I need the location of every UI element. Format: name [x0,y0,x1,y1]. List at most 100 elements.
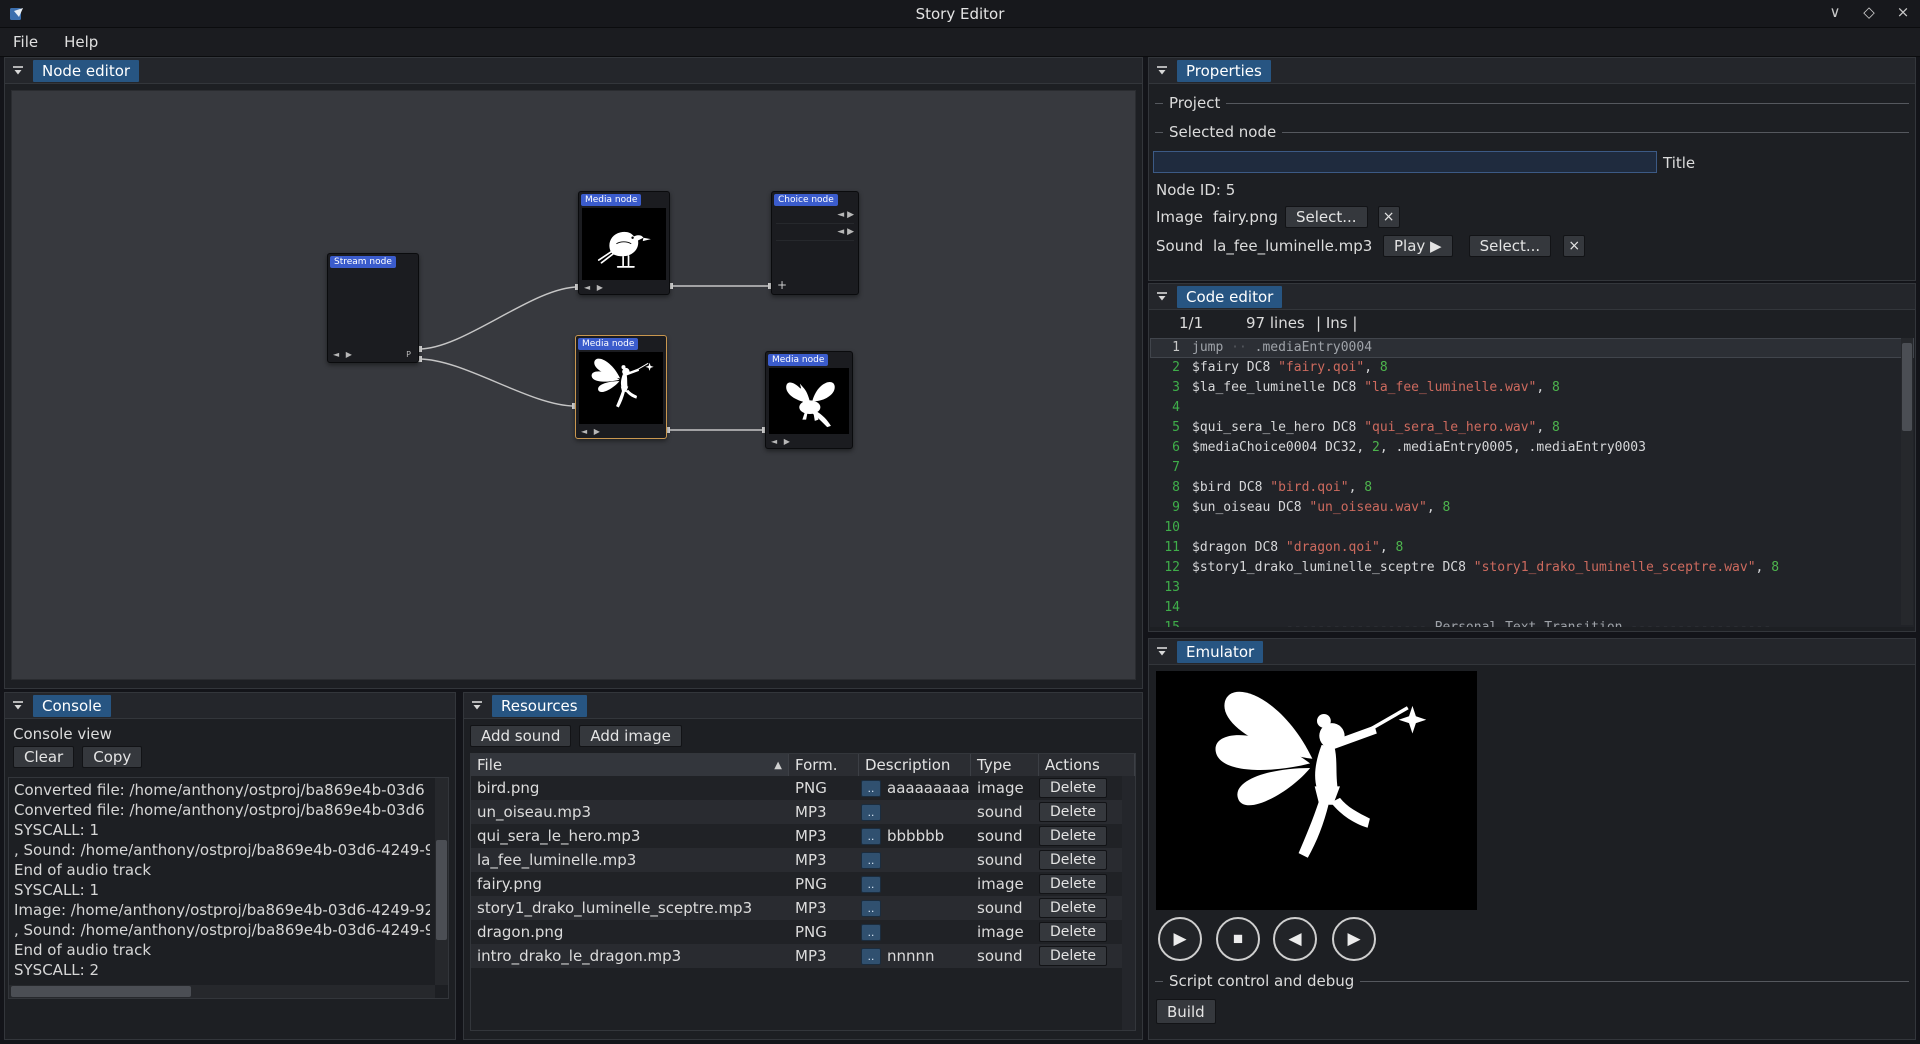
resource-row[interactable]: un_oiseau.mp3MP3..soundDelete [471,800,1135,824]
resources-scrollbar[interactable] [1122,776,1135,1030]
code-line[interactable]: 3$la_fee_luminelle DC8 "la_fee_luminelle… [1150,378,1914,398]
edit-description-button[interactable]: .. [861,924,881,941]
code-line[interactable]: 9$un_oiseau DC8 "un_oiseau.wav", 8 [1150,498,1914,518]
project-group: Project [1155,103,1909,104]
step-back-button[interactable]: ◀ [1273,917,1317,961]
add-sound-button[interactable]: Add sound [470,725,571,747]
select-sound-button[interactable]: Select... [1469,235,1552,257]
scrollbar-thumb[interactable] [1902,343,1912,431]
node-canvas[interactable]: Stream node◄ ▶PMedia node◄ ▶Choice node◄… [11,90,1136,680]
code-line[interactable]: 14 [1150,598,1914,618]
code-line[interactable]: 4 [1150,398,1914,418]
delete-button[interactable]: Delete [1039,778,1107,798]
node-media-controls[interactable]: ◄ ▶ [771,437,792,446]
graph-node[interactable]: Stream node◄ ▶P [327,253,419,363]
minimize-icon[interactable]: ∨ [1826,3,1844,21]
edit-description-button[interactable]: .. [861,780,881,797]
node-media-controls[interactable]: ◄ ▶ [584,283,605,292]
copy-button[interactable]: Copy [82,746,142,768]
resource-row[interactable]: bird.pngPNG..aaaaaaaaaimageDelete [471,776,1135,800]
resource-row[interactable]: story1_drako_luminelle_sceptre.mp3MP3..s… [471,896,1135,920]
edit-description-button[interactable]: .. [861,852,881,869]
console-log-line: , Sound: /home/anthony/ostproj/ba869e4b-… [14,840,430,860]
code-line[interactable]: 5$qui_sera_le_hero DC8 "qui_sera_le_hero… [1150,418,1914,438]
graph-node[interactable]: Media node◄ ▶ [765,351,853,449]
column-header-description[interactable]: Description [859,754,971,776]
resource-row[interactable]: intro_drako_le_dragon.mp3MP3..nnnnnsound… [471,944,1135,968]
panel-menu-icon[interactable] [1153,643,1171,661]
edit-description-button[interactable]: .. [861,828,881,845]
emulator-header: Emulator [1149,639,1915,665]
edit-description-button[interactable]: .. [861,876,881,893]
code-line[interactable]: 2$fairy DC8 "fairy.qoi", 8 [1150,358,1914,378]
resource-row[interactable]: fairy.pngPNG..imageDelete [471,872,1135,896]
insert-mode-indicator: | Ins | [1316,314,1357,332]
panel-title: Emulator [1177,641,1263,663]
column-header-type[interactable]: Type [971,754,1039,776]
panel-menu-icon[interactable] [9,62,27,80]
console-vertical-scrollbar[interactable] [435,778,448,985]
scrollbar-thumb[interactable] [11,986,191,997]
delete-button[interactable]: Delete [1039,874,1107,894]
graph-node[interactable]: Media node◄ ▶ [575,335,667,439]
code-line[interactable]: 6$mediaChoice0004 DC32, 2, .mediaEntry00… [1150,438,1914,458]
panel-menu-icon[interactable] [1153,62,1171,80]
play-button[interactable]: ▶ [1158,917,1202,961]
panel-menu-icon[interactable] [9,697,27,715]
panel-menu-icon[interactable] [1153,288,1171,306]
build-button[interactable]: Build [1156,999,1216,1024]
resource-file: la_fee_luminelle.mp3 [471,851,789,869]
delete-button[interactable]: Delete [1039,850,1107,870]
code-line[interactable]: 12$story1_drako_luminelle_sceptre DC8 "s… [1150,558,1914,578]
stop-button[interactable]: ■ [1216,917,1260,961]
edit-description-button[interactable]: .. [861,948,881,965]
edit-description-button[interactable]: .. [861,804,881,821]
clear-button[interactable]: Clear [13,746,74,768]
delete-button[interactable]: Delete [1039,922,1107,942]
code-line[interactable]: 10 [1150,518,1914,538]
select-image-button[interactable]: Select... [1285,206,1368,228]
title-input[interactable] [1153,151,1657,173]
code-line[interactable]: 15 ------------------ Personal Text Tran… [1150,618,1914,627]
add-image-button[interactable]: Add image [579,725,682,747]
console-horizontal-scrollbar[interactable] [9,985,435,998]
delete-button[interactable]: Delete [1039,826,1107,846]
console-log[interactable]: Converted file: /home/anthony/ostproj/ba… [8,777,449,999]
code-line[interactable]: 8$bird DC8 "bird.qoi", 8 [1150,478,1914,498]
delete-button[interactable]: Delete [1039,802,1107,822]
selected-node-group: Selected node [1155,132,1909,133]
add-choice-button[interactable]: + [777,278,787,292]
code-line[interactable]: 7 [1150,458,1914,478]
code-line[interactable]: 1jump ·· .mediaEntry0004 [1150,338,1914,358]
resource-row[interactable]: qui_sera_le_hero.mp3MP3..bbbbbbsoundDele… [471,824,1135,848]
edit-description-button[interactable]: .. [861,900,881,917]
column-header-file[interactable]: File ▲ [471,754,789,776]
menu-file[interactable]: File [0,30,51,54]
graph-node[interactable]: Media node◄ ▶ [578,191,670,295]
graph-node[interactable]: Choice node◄ ▶◄ ▶+ [771,191,859,295]
panel-title: Node editor [33,60,139,82]
code-line[interactable]: 11$dragon DC8 "dragon.qoi", 8 [1150,538,1914,558]
resource-row[interactable]: dragon.pngPNG..imageDelete [471,920,1135,944]
maximize-icon[interactable]: ◇ [1860,3,1878,21]
code-scrollbar[interactable] [1901,338,1913,625]
choice-row[interactable]: ◄ ▶ [776,227,854,241]
code-line[interactable]: 13 [1150,578,1914,598]
clear-sound-button[interactable]: × [1563,235,1585,257]
close-icon[interactable]: × [1894,3,1912,21]
step-forward-button[interactable]: ▶ [1332,917,1376,961]
resources-table: File ▲ Form. Description Type Actions bi… [470,753,1136,1031]
panel-menu-icon[interactable] [468,697,486,715]
code-text-area[interactable]: 1jump ·· .mediaEntry00042$fairy DC8 "fai… [1150,338,1914,627]
play-sound-button[interactable]: Play ▶ [1383,235,1453,257]
delete-button[interactable]: Delete [1039,898,1107,918]
column-header-actions[interactable]: Actions [1039,754,1135,776]
choice-row[interactable]: ◄ ▶ [776,210,854,224]
clear-image-button[interactable]: × [1378,206,1400,228]
column-header-format[interactable]: Form. [789,754,859,776]
node-media-controls[interactable]: ◄ ▶ [581,427,602,436]
menu-help[interactable]: Help [51,30,111,54]
resource-row[interactable]: la_fee_luminelle.mp3MP3..soundDelete [471,848,1135,872]
delete-button[interactable]: Delete [1039,946,1107,966]
scrollbar-thumb[interactable] [436,840,447,940]
